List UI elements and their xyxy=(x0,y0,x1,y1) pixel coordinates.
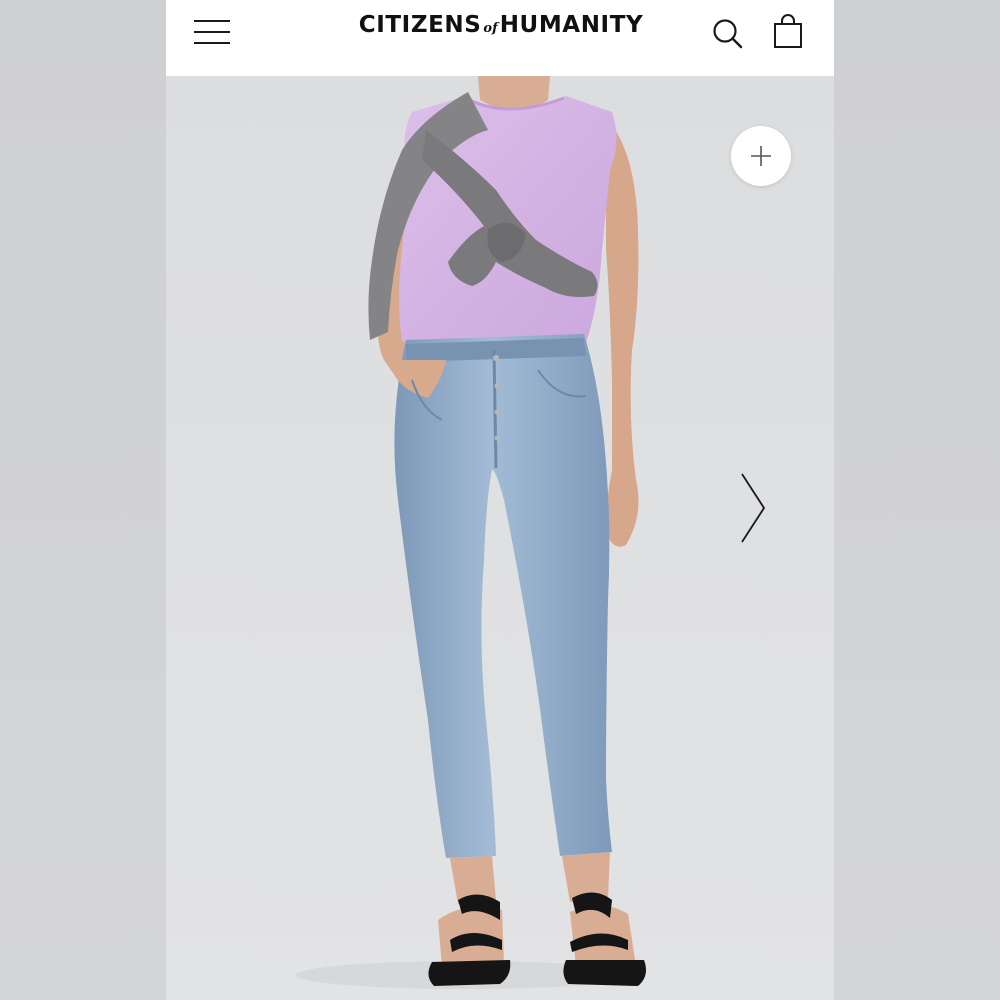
right-background-band xyxy=(834,0,1000,1000)
site-header: CITIZENS ofHUMANITY xyxy=(166,0,834,76)
plus-icon xyxy=(751,146,771,166)
next-image-button[interactable] xyxy=(726,466,776,550)
cart-button[interactable] xyxy=(770,12,806,52)
jeans-button-fly xyxy=(492,349,498,469)
brand-logo[interactable]: CITIZENS ofHUMANITY xyxy=(331,12,671,48)
menu-button[interactable] xyxy=(194,19,232,47)
menu-line xyxy=(194,20,230,22)
left-sandal-sole xyxy=(428,960,511,986)
zoom-button[interactable] xyxy=(731,126,791,186)
right-sandal-sole xyxy=(563,960,646,986)
neck xyxy=(478,76,550,109)
right-arm xyxy=(606,118,639,547)
menu-line xyxy=(194,42,230,44)
menu-line xyxy=(194,31,230,33)
shopping-bag-icon xyxy=(774,14,802,48)
product-page: CITIZENS ofHUMANITY xyxy=(166,0,834,1000)
chevron-right-icon xyxy=(741,473,766,543)
jeans-button xyxy=(493,355,499,361)
brand-word-humanity: HUMANITY xyxy=(499,12,644,38)
search-icon xyxy=(713,19,743,49)
jeans-button xyxy=(494,435,500,441)
left-background-band xyxy=(0,0,166,1000)
jeans-button xyxy=(494,409,500,415)
search-button[interactable] xyxy=(710,14,748,52)
jeans-button xyxy=(494,383,500,389)
brand-word-citizens: CITIZENS xyxy=(358,12,482,38)
screen: CITIZENS ofHUMANITY xyxy=(0,0,1000,1000)
brand-word-of: of xyxy=(483,21,498,36)
